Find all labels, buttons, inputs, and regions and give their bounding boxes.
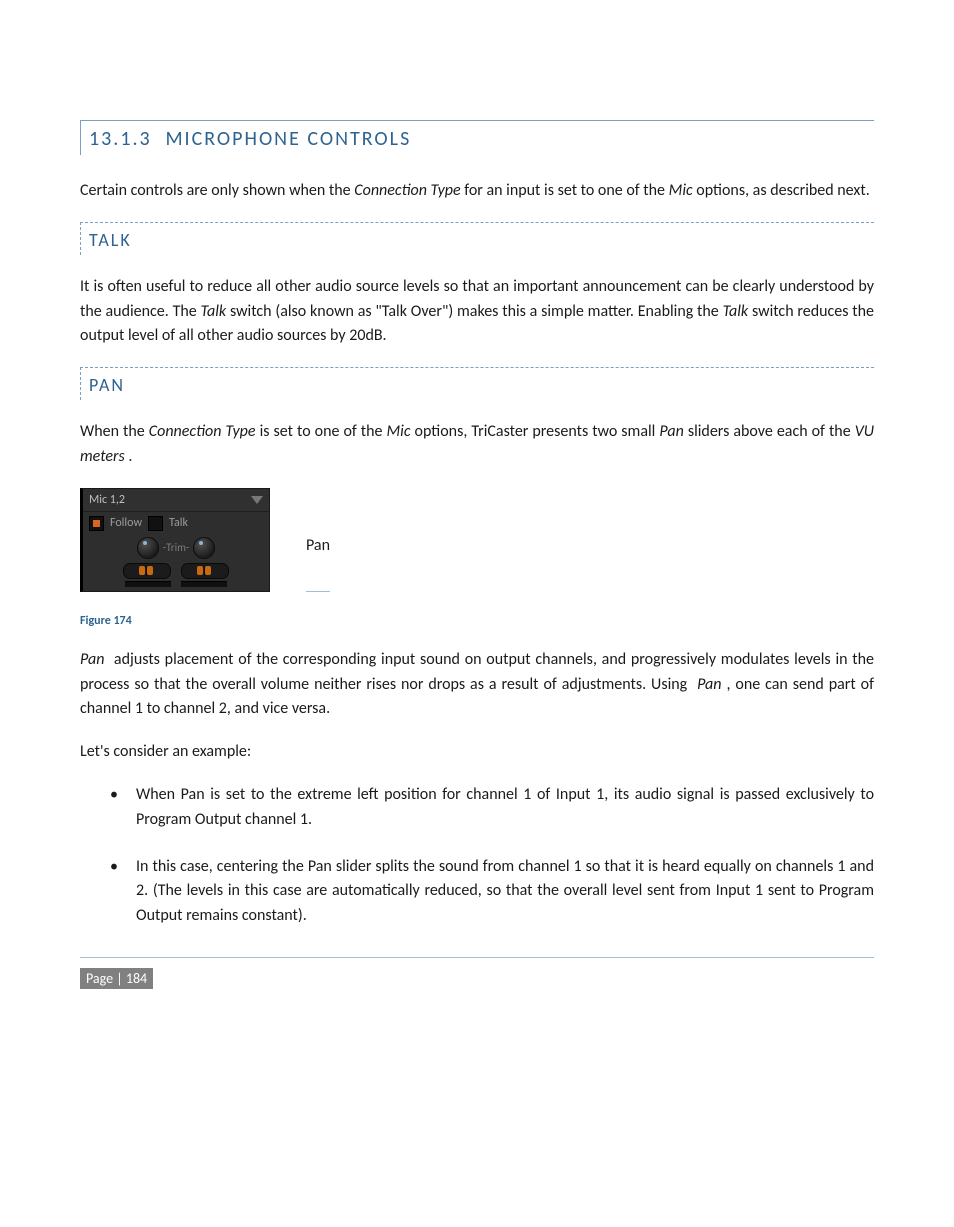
text: is set to the extreme left position for — [210, 785, 466, 804]
text: options, as described next. — [696, 181, 869, 200]
list-item: In this case, centering the Pan slider s… — [80, 855, 874, 929]
section-title — [155, 127, 162, 151]
pan-slider-right[interactable] — [181, 563, 229, 579]
subsection-title: TALK — [89, 229, 132, 251]
page-number-badge: Page | 184 — [80, 968, 153, 989]
text-italic: Talk — [723, 302, 749, 321]
talk-paragraph: It is often useful to reduce all other a… — [80, 275, 874, 349]
pan-explain-paragraph: Pan adjusts placement of the correspondi… — [80, 648, 874, 722]
talk-checkbox[interactable] — [148, 516, 163, 531]
text: channel 1. — [245, 810, 312, 829]
mic-panel: Mic 1,2 Follow Talk -Trim- — [80, 488, 270, 592]
text: . — [128, 447, 132, 466]
text-italic: Input 1 — [716, 881, 763, 900]
text-italic: Program Output — [136, 810, 241, 829]
text-italic: Pan — [181, 785, 205, 804]
bullet-list: When Pan is set to the extreme left posi… — [80, 783, 874, 929]
subsection-heading-block: PAN — [80, 367, 874, 400]
figure-side-label: Pan — [306, 536, 330, 555]
mic-options-row: Follow Talk — [83, 512, 269, 535]
follow-checkbox[interactable] — [89, 516, 104, 531]
text: for an input is set to one of the — [464, 181, 668, 200]
text: When the — [80, 422, 149, 441]
text: When — [136, 785, 181, 804]
section-heading-block: 13.1.3 MICROPHONE CONTROLS — [80, 120, 874, 155]
figure-side-label-region: Pan — [306, 536, 330, 592]
slider-thumb[interactable] — [197, 566, 203, 575]
text-italic: Pan — [80, 650, 104, 669]
slider-thumb[interactable] — [139, 566, 145, 575]
checkbox-checked-icon — [93, 520, 100, 527]
figure-row: Mic 1,2 Follow Talk -Trim- — [80, 488, 874, 592]
pan-slider-left[interactable] — [123, 563, 171, 579]
text-italic: Mic — [669, 181, 693, 200]
pan-intro-paragraph: When the Connection Type is set to one o… — [80, 420, 874, 470]
text-italic: Mic — [387, 422, 411, 441]
subsection-heading-block: TALK — [80, 222, 874, 255]
subsection-title: PAN — [89, 374, 125, 396]
dropdown-triangle-icon[interactable] — [251, 496, 263, 504]
pan-slider-row — [83, 563, 269, 581]
talk-label: Talk — [169, 516, 188, 530]
section-title-text: MICROPHONE CONTROLS — [165, 127, 411, 151]
text-italic: Pan — [697, 675, 721, 694]
vu-meter-stub — [91, 581, 261, 587]
text-italic: channel 1 of Input 1, — [466, 785, 608, 804]
text: sliders above each of the — [688, 422, 855, 441]
document-page: 13.1.3 MICROPHONE CONTROLS Certain contr… — [0, 0, 954, 1227]
text: switch (also known as "Talk Over") makes… — [230, 302, 723, 321]
mic-panel-title: Mic 1,2 — [89, 493, 125, 507]
section-number: 13.1.3 — [89, 127, 152, 151]
trim-label: -Trim- — [163, 541, 190, 554]
mic-panel-titlebar: Mic 1,2 — [83, 489, 269, 512]
trim-row: -Trim- — [83, 535, 269, 563]
text: its audio signal is passed exclusively t… — [614, 785, 874, 804]
text-italic: Pan — [659, 422, 683, 441]
figure-caption: Figure 174 — [80, 614, 874, 628]
text: remains constant). — [186, 906, 307, 925]
trim-knob-right[interactable] — [193, 537, 215, 559]
footer-rule — [80, 957, 874, 958]
intro-paragraph: Certain controls are only shown when the… — [80, 179, 874, 204]
text: Certain controls are only shown when the — [80, 181, 354, 200]
slider-thumb[interactable] — [205, 566, 211, 575]
text-italic: Pan — [308, 857, 332, 876]
text-italic: Talk — [201, 302, 227, 321]
text: sent to — [768, 881, 819, 900]
text: options, TriCaster presents two small — [415, 422, 660, 441]
text: In this case, centering the — [136, 857, 308, 876]
example-lead: Let's consider an example: — [80, 740, 874, 765]
slider-thumb[interactable] — [147, 566, 153, 575]
trim-knob-left[interactable] — [137, 537, 159, 559]
text-italic: Connection Type — [149, 422, 256, 441]
list-item: When Pan is set to the extreme left posi… — [80, 783, 874, 833]
follow-label: Follow — [110, 516, 142, 530]
text-italic: Connection Type — [354, 181, 460, 200]
text: is set to one of the — [260, 422, 387, 441]
